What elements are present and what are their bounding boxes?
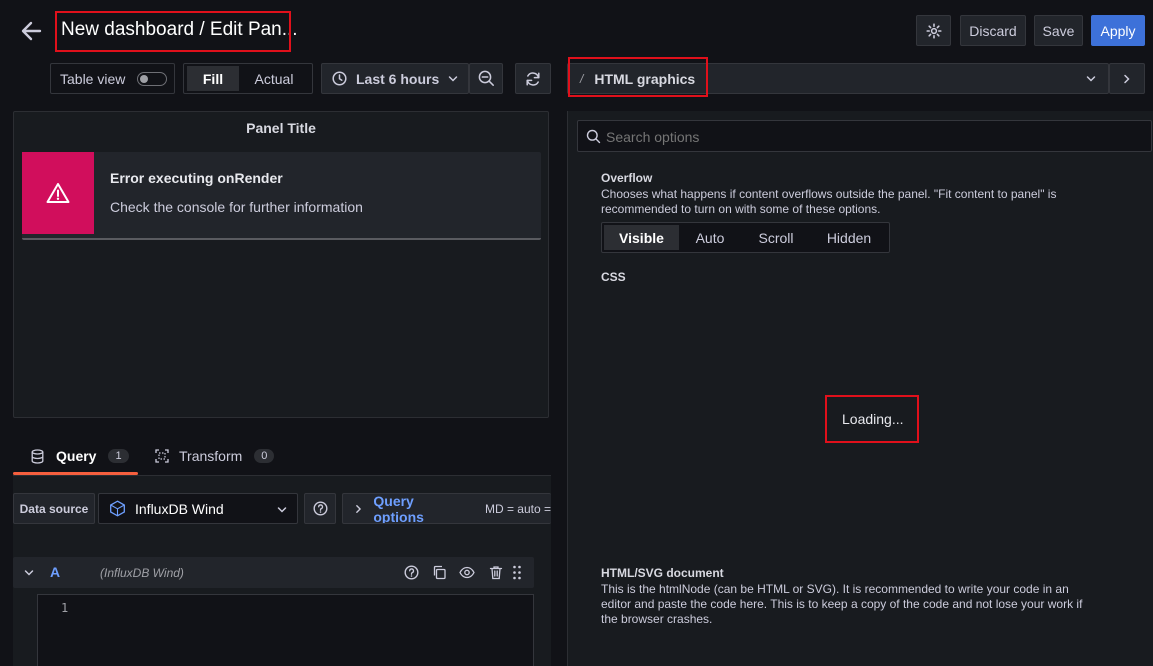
error-alert: Error executing onRender Check the conso…: [22, 152, 541, 240]
gear-icon: [925, 22, 942, 39]
overflow-option-scroll[interactable]: Scroll: [741, 225, 811, 250]
visualization-label: HTML graphics: [594, 70, 696, 87]
actual-option[interactable]: Actual: [241, 66, 307, 91]
query-editor[interactable]: 1: [37, 594, 534, 666]
collapse-options-button[interactable]: [1109, 63, 1145, 94]
chevron-right-icon: [1124, 74, 1130, 83]
html-graphics-icon: /: [580, 71, 584, 86]
tab-transform[interactable]: Transform 0: [155, 448, 275, 464]
search-input[interactable]: [606, 127, 1136, 147]
datasource-label: Data source: [13, 493, 95, 524]
chevron-down-icon: [1086, 76, 1096, 82]
query-options-button[interactable]: Query options MD = auto =: [342, 493, 551, 524]
eye-icon[interactable]: [459, 566, 475, 579]
datasource-help-button[interactable]: [304, 493, 336, 524]
overflow-option-auto[interactable]: Auto: [679, 225, 741, 250]
apply-button[interactable]: Apply: [1091, 15, 1145, 46]
query-datasource-name: (InfluxDB Wind): [100, 566, 184, 580]
panel-title[interactable]: Panel Title: [14, 120, 548, 136]
help-icon[interactable]: [404, 565, 419, 580]
chevron-down-icon: [277, 507, 287, 513]
alert-icon-box: [22, 152, 94, 234]
query-options-summary: MD = auto =: [484, 501, 551, 516]
page-title: New dashboard / Edit Pan...: [61, 19, 298, 40]
html-document-title: HTML/SVG document: [601, 566, 724, 580]
settings-button[interactable]: [916, 15, 951, 46]
overflow-option-visible[interactable]: Visible: [604, 225, 679, 250]
overflow-option-hidden[interactable]: Hidden: [811, 225, 887, 250]
search-icon: [586, 129, 601, 144]
fill-option[interactable]: Fill: [187, 66, 239, 91]
query-row-header[interactable]: A (InfluxDB Wind): [13, 557, 534, 588]
zoom-out-icon: [478, 70, 494, 86]
visualization-picker[interactable]: / HTML graphics: [567, 63, 1109, 94]
css-loading-text: Loading...: [842, 411, 904, 427]
error-message: Check the console for further informatio…: [110, 199, 363, 215]
help-circle-icon: [312, 501, 328, 516]
chevron-down-icon[interactable]: [24, 569, 34, 577]
clock-icon: [332, 71, 347, 86]
overflow-description: Chooses what happens if content overflow…: [601, 187, 1057, 216]
warning-icon: [46, 183, 70, 203]
error-title: Error executing onRender: [110, 170, 283, 186]
query-options-label: Query options: [373, 493, 424, 524]
time-range-label: Last 6 hours: [356, 70, 440, 87]
overflow-title: Overflow: [601, 171, 653, 185]
css-title: CSS: [601, 270, 626, 284]
save-button[interactable]: Save: [1034, 15, 1083, 46]
database-icon: [31, 448, 44, 464]
chevron-down-icon: [448, 76, 458, 82]
html-document-description: This is the htmlNode (can be HTML or SVG…: [601, 582, 1083, 626]
datasource-picker[interactable]: InfluxDB Wind: [98, 493, 298, 524]
fill-actual-group: Fill Actual: [183, 63, 313, 94]
time-range-picker[interactable]: Last 6 hours: [321, 63, 469, 94]
query-count-badge: 1: [108, 449, 129, 463]
tab-query[interactable]: Query 1: [31, 448, 129, 464]
options-pane: Overflow Chooses what happens if content…: [567, 111, 1153, 666]
table-view-label: Table view: [60, 70, 126, 87]
back-arrow-icon[interactable]: [20, 20, 42, 42]
transform-count-badge: 0: [254, 449, 275, 463]
zoom-out-button[interactable]: [469, 63, 503, 94]
tab-query-label: Query: [56, 448, 97, 464]
overflow-radio-group: Visible Auto Scroll Hidden: [601, 222, 890, 253]
refresh-button[interactable]: [515, 63, 551, 94]
tab-transform-label: Transform: [179, 448, 243, 464]
query-ref-id[interactable]: A: [50, 564, 60, 580]
influxdb-icon: [110, 500, 125, 517]
toggle-switch[interactable]: [137, 72, 167, 86]
chevron-right-icon: [356, 504, 362, 513]
panel-preview: Panel Title Error executing onRender Che…: [13, 111, 549, 418]
table-view-toggle[interactable]: Table view: [50, 63, 175, 94]
line-number: 1: [61, 601, 69, 615]
transform-icon: [155, 449, 169, 463]
datasource-name: InfluxDB Wind: [135, 500, 224, 517]
discard-button[interactable]: Discard: [960, 15, 1026, 46]
duplicate-icon[interactable]: [432, 565, 447, 580]
refresh-icon: [526, 71, 540, 86]
trash-icon[interactable]: [489, 565, 503, 580]
drag-handle-icon[interactable]: [512, 565, 522, 580]
search-options-box[interactable]: [577, 120, 1152, 152]
